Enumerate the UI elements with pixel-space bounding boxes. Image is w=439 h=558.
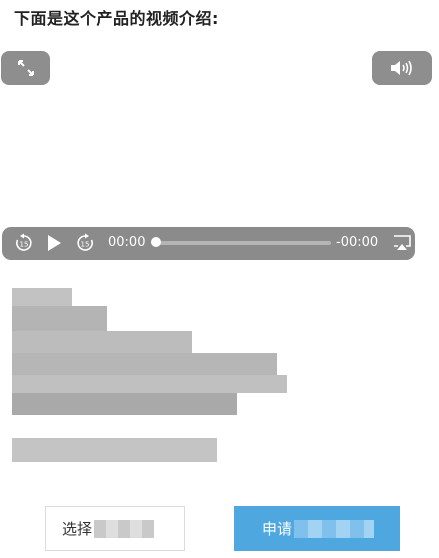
- airplay-icon[interactable]: [393, 235, 411, 251]
- apply-button[interactable]: 申请: [234, 506, 400, 551]
- volume-button[interactable]: [372, 51, 432, 85]
- play-icon[interactable]: [46, 234, 62, 252]
- redacted-text: [94, 519, 155, 538]
- rewind-15-icon[interactable]: 15: [14, 233, 34, 253]
- progress-knob[interactable]: [151, 237, 161, 247]
- fullscreen-button[interactable]: [1, 51, 50, 85]
- redacted-text: [294, 519, 375, 538]
- forward-15-icon[interactable]: 15: [75, 233, 95, 253]
- select-button-label: 选择: [62, 520, 93, 538]
- section-heading: 下面是这个产品的视频介绍:: [14, 9, 219, 28]
- current-time: 00:00: [108, 235, 146, 250]
- remaining-time: -00:00: [336, 235, 379, 250]
- video-player[interactable]: 15 15 00:00 -00:00: [0, 40, 439, 270]
- speaker-icon: [391, 60, 412, 76]
- select-button[interactable]: 选择: [45, 506, 185, 551]
- svg-text:15: 15: [81, 241, 90, 249]
- progress-track[interactable]: [155, 241, 331, 245]
- apply-button-label: 申请: [262, 520, 293, 538]
- page: 下面是这个产品的视频介绍: 15 15 00:00 -00:00 选择 申请: [0, 0, 439, 558]
- svg-text:15: 15: [20, 241, 29, 249]
- playback-control-bar: 15 15 00:00 -00:00: [2, 227, 415, 260]
- expand-arrows-icon: [17, 60, 34, 76]
